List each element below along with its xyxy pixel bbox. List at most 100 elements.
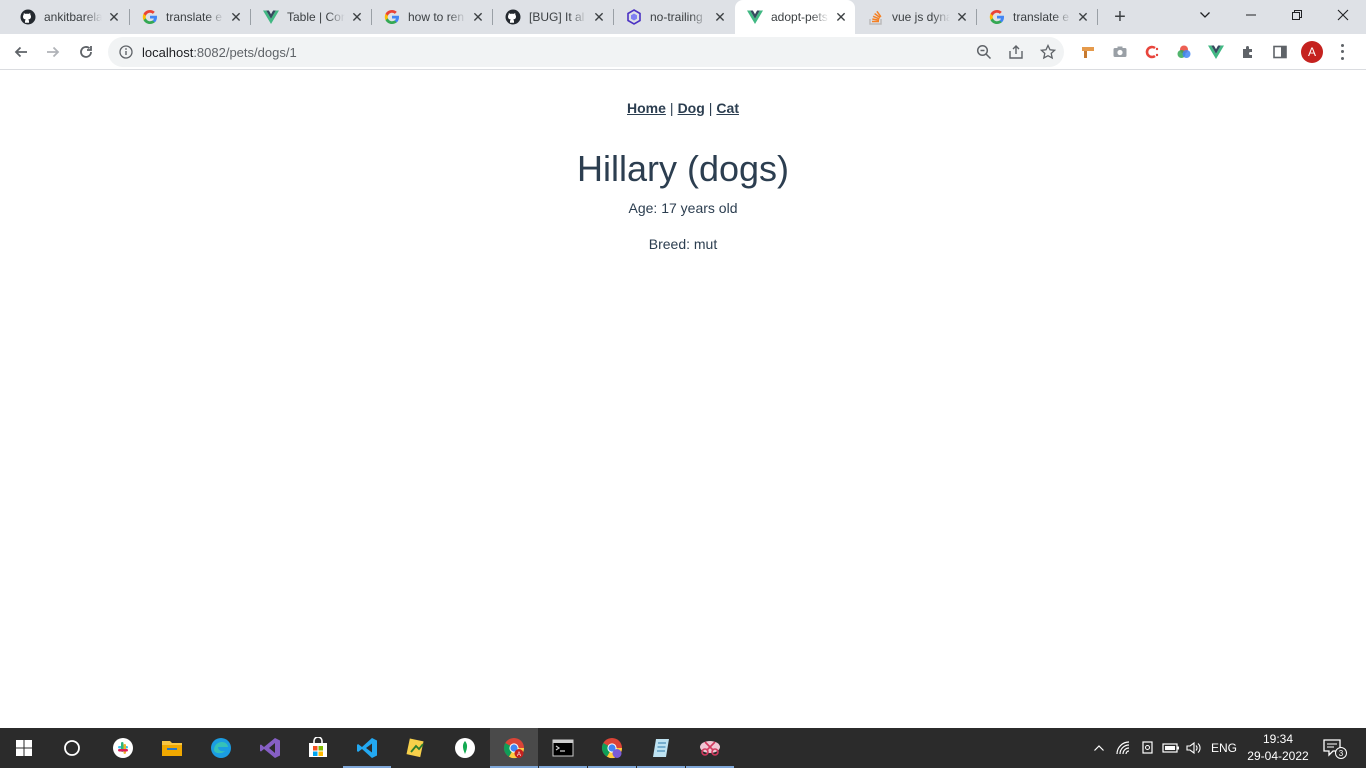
tab-divider [1097,9,1098,25]
cortana-circle-icon [64,740,80,756]
close-icon[interactable]: ✕ [954,9,970,25]
close-icon[interactable]: ✕ [591,9,607,25]
info-icon[interactable] [118,44,134,60]
chrome-badge: A [517,752,521,758]
taskbar-terminal[interactable] [539,728,587,768]
tab-no-trailing[interactable]: no-trailing ✕ [614,0,734,34]
volume-button[interactable] [1183,728,1205,768]
minimize-button[interactable] [1228,0,1274,30]
side-panel-icon[interactable] [1270,42,1290,62]
close-icon[interactable]: ✕ [106,9,122,25]
vscode-icon [357,738,377,758]
tab-how-to-render[interactable]: how to ren ✕ [372,0,492,34]
tab-title: vue js dyna [892,10,950,24]
clock-time: 19:34 [1262,732,1294,746]
taskbar-chrome-active[interactable]: A [490,728,538,768]
address-bar[interactable]: localhost:8082/pets/dogs/1 [108,37,1064,67]
tab-translate[interactable]: translate e ✕ [130,0,250,34]
browser-toolbar: localhost:8082/pets/dogs/1 A [0,34,1366,70]
tab-ankitbarela[interactable]: ankitbarela ✕ [8,0,128,34]
tab-title: Table | Con [287,10,345,24]
tab-vue-js-dynamic[interactable]: vue js dyna ✕ [856,0,976,34]
puzzle-icon[interactable] [1238,42,1258,62]
back-arrow-icon [14,46,27,58]
close-icon[interactable]: ✕ [228,9,244,25]
start-button[interactable] [0,728,48,768]
taskbar-notes-app[interactable] [637,728,685,768]
tab-title: translate e [166,10,223,24]
share-icon[interactable] [1006,42,1026,62]
extension-tool-icon[interactable] [1078,42,1098,62]
close-icon[interactable]: ✕ [712,9,728,25]
meet-now-button[interactable] [1137,728,1159,768]
visual-studio-icon [260,738,280,758]
tab-table[interactable]: Table | Con ✕ [251,0,371,34]
new-tab-button[interactable]: + [1108,5,1132,29]
tab-bug[interactable]: [BUG] It al ✕ [493,0,613,34]
edge-icon [211,738,231,758]
taskbar-microsoft-store[interactable] [294,728,342,768]
taskbar-sticky-app[interactable] [392,728,440,768]
nav-link-dog[interactable]: Dog [678,100,705,116]
github-icon [505,9,521,25]
nav-separator: | [708,100,713,116]
tray-overflow-button[interactable] [1088,728,1110,768]
taskbar-slack[interactable] [99,728,147,768]
zoom-icon[interactable] [974,42,994,62]
camera-extension-icon[interactable] [1110,42,1130,62]
battery-button[interactable] [1160,728,1182,768]
url-text[interactable]: localhost:8082/pets/dogs/1 [142,45,297,60]
tab-title: how to ren [408,10,465,24]
tab-title: ankitbarela [44,10,102,24]
profile-avatar[interactable]: A [1301,41,1323,63]
wifi-icon [1116,741,1130,755]
nav-link-cat[interactable]: Cat [716,100,739,116]
restore-icon [1292,10,1302,20]
reload-button[interactable] [72,38,100,66]
forward-arrow-icon [47,46,60,58]
mongodb-icon [455,738,475,758]
nav-link-home[interactable]: Home [627,100,666,116]
close-icon[interactable]: ✕ [833,9,849,25]
github-icon [20,9,36,25]
search-button[interactable] [48,728,96,768]
network-button[interactable] [1113,728,1135,768]
slack-icon [113,738,133,758]
scissors-icon [700,741,720,756]
language-indicator[interactable]: ENG [1207,728,1241,768]
pet-breed: Breed: mut [648,236,718,252]
close-window-button[interactable] [1320,0,1366,30]
close-icon[interactable]: ✕ [349,9,365,25]
taskbar-clock[interactable]: 19:34 29-04-2022 [1240,731,1316,765]
close-icon [1337,9,1349,21]
taskbar-vscode[interactable] [343,728,391,768]
url-path: :8082/pets/dogs/1 [193,45,297,60]
menu-dots-icon[interactable] [1336,42,1348,62]
restore-button[interactable] [1274,0,1320,30]
tab-strip: ankitbarela ✕ translate e ✕ Table | Con … [0,0,1366,34]
close-icon[interactable]: ✕ [1075,9,1091,25]
action-center-button[interactable]: 3 [1318,728,1350,768]
taskbar-green-app[interactable] [441,728,489,768]
vue-devtools-icon[interactable] [1206,42,1226,62]
c-extension-icon[interactable] [1142,42,1162,62]
forward-button[interactable] [39,38,67,66]
color-picker-extension-icon[interactable] [1174,42,1194,62]
taskbar-snipping-tool[interactable] [686,728,734,768]
taskbar-file-explorer[interactable] [148,728,196,768]
tab-title: adopt-pets [771,10,828,24]
stackoverflow-icon [868,9,884,25]
tab-title: [BUG] It al [529,10,585,24]
close-icon[interactable]: ✕ [470,9,486,25]
bookmark-star-icon[interactable] [1038,42,1058,62]
tab-translate-2[interactable]: translate e ✕ [977,0,1097,34]
taskbar-chrome-profile[interactable] [588,728,636,768]
nav-separator: | [669,100,674,116]
back-button[interactable] [7,38,35,66]
tab-adopt-pets[interactable]: adopt-pets ✕ [735,0,855,34]
tab-search-button[interactable] [1182,0,1228,30]
taskbar-visual-studio[interactable] [246,728,294,768]
google-icon [989,9,1005,25]
battery-charging-icon [1162,743,1179,753]
taskbar-edge[interactable] [197,728,245,768]
